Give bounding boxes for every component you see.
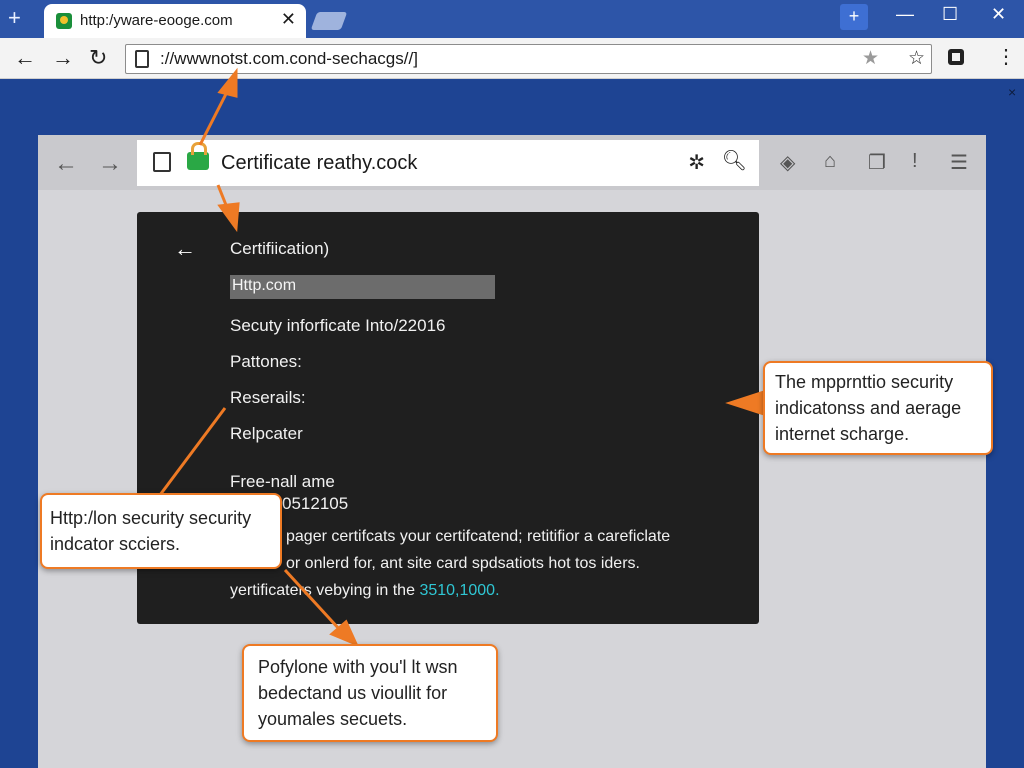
- arrow-head: [725, 389, 766, 417]
- arrow-head: [217, 202, 240, 233]
- callout-right: The mpprnttio security indicatonss and a…: [763, 361, 993, 455]
- arrow-head: [217, 67, 238, 98]
- callout-left: Http:/lon security security indcator scc…: [40, 493, 282, 569]
- arrow-line: [158, 407, 227, 496]
- callout-bottom: Pofylone with you'l lt wsn bedectand us …: [242, 644, 498, 742]
- arrow-line: [198, 89, 230, 146]
- arrow-line: [283, 568, 342, 632]
